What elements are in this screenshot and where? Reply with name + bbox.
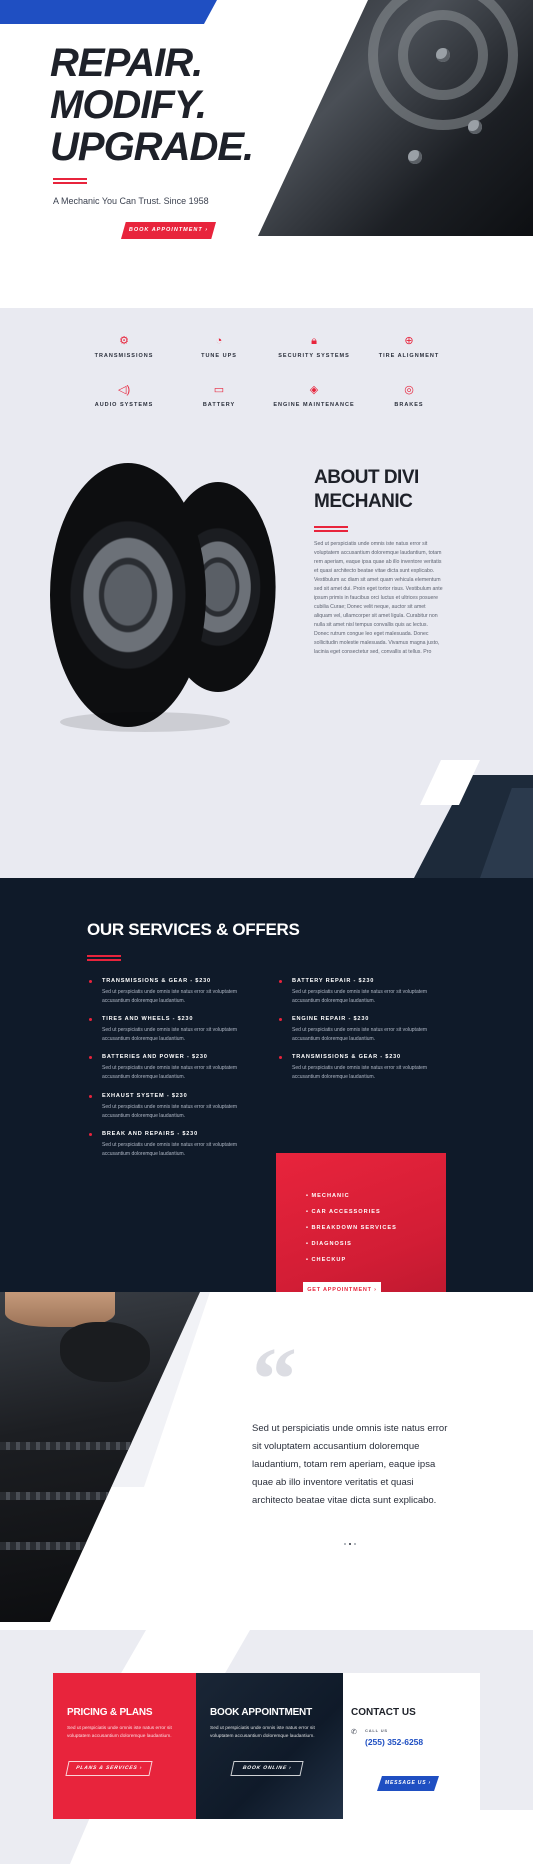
bullet-icon [89, 1133, 92, 1136]
card-list-item: BREAKDOWN SERVICES [306, 1225, 397, 1231]
speaker-icon: ◁) [118, 384, 131, 396]
offer-item: BREAK AND REPAIRS - $230 Sed ut perspicia… [89, 1131, 262, 1159]
transmission-icon: ⚙ [119, 335, 129, 347]
hero-title-line-1: REPAIR. [50, 41, 203, 85]
slider-dot[interactable] [354, 1542, 356, 1545]
lock-icon: 🔒︎ [311, 335, 317, 347]
tire-shadow [60, 712, 230, 732]
bullet-icon [279, 980, 282, 983]
card-list-item: CHECKUP [306, 1257, 346, 1263]
call-label: CALL US [365, 1728, 388, 1733]
offers-red-divider [87, 955, 121, 961]
hero-section: REPAIR. MODIFY. UPGRADE. A Mechanic You … [0, 0, 533, 308]
card-list-item: MECHANIC [306, 1193, 350, 1199]
pricing-card: PRICING & PLANS Sed ut perspiciatis unde… [53, 1673, 196, 1819]
hero-title-line-2: MODIFY. [50, 83, 207, 127]
slider-dots [344, 1535, 364, 1545]
service-engine-maintenance[interactable]: ◈ ENGINE MAINTENANCE [259, 384, 369, 408]
engine-icon: ◈ [309, 384, 319, 396]
contact-title: CONTACT US [351, 1707, 416, 1718]
about-body: Sed ut perspiciatis unde omnis iste natu… [314, 541, 443, 655]
offer-item: TRANSMISSIONS & GEAR - $230 Sed ut perspi… [279, 1054, 452, 1082]
service-security-systems[interactable]: 🔒︎ SECURITY SYSTEMS [259, 335, 369, 359]
hero-title-line-3: UPGRADE. [50, 125, 254, 169]
hero-top-accent-bar [0, 0, 217, 24]
phone-number[interactable]: (255) 352-6258 [365, 1737, 423, 1747]
bullet-icon [279, 1056, 282, 1059]
tire-image-front [50, 463, 206, 727]
pricing-desc: Sed ut perspiciatis unde omnis iste natu… [67, 1726, 172, 1739]
bullet-icon [89, 1095, 92, 1098]
service-transmissions[interactable]: ⚙ TRANSMISSIONS [69, 335, 179, 359]
slider-dot[interactable] [344, 1542, 346, 1545]
service-audio-systems[interactable]: ◁) AUDIO SYSTEMS [69, 384, 179, 408]
bullet-icon [89, 980, 92, 983]
card-list-item: CAR ACCESSORIES [306, 1209, 381, 1215]
message-us-button[interactable]: MESSAGE US › [377, 1776, 439, 1791]
offer-item: EXHAUST SYSTEM - $230 Sed ut perspiciatis… [89, 1093, 262, 1121]
pricing-title: PRICING & PLANS [67, 1707, 153, 1718]
hero-engine-image [258, 0, 533, 236]
steering-wheel-icon: ⊕ [404, 335, 414, 347]
offer-item: TIRES AND WHEELS - $230 Sed ut perspiciat… [89, 1016, 262, 1044]
testimonial-quote: Sed ut perspiciatis unde omnis iste natu… [252, 1423, 448, 1506]
booking-card: BOOK APPOINTMENT Sed ut perspiciatis und… [196, 1673, 343, 1819]
phone-icon: ✆ [351, 1729, 357, 1736]
service-tire-alignment[interactable]: ⊕ TIRE ALIGNMENT [354, 335, 464, 359]
book-appointment-button[interactable]: BOOK APPOINTMENT › [121, 222, 216, 239]
service-battery[interactable]: ▭ BATTERY [164, 384, 274, 408]
plans-services-button[interactable]: PLANS & SERVICES › [65, 1761, 153, 1776]
booking-title: BOOK APPOINTMENT [210, 1707, 312, 1718]
offer-item: ENGINE REPAIR - $230 Sed ut perspiciatis … [279, 1016, 452, 1044]
bullet-icon [89, 1018, 92, 1021]
battery-icon: ▭ [213, 384, 225, 396]
offer-item: BATTERY REPAIR - $230 Sed ut perspiciatis… [279, 978, 452, 1006]
book-online-button[interactable]: BOOK ONLINE › [230, 1761, 304, 1776]
bullet-icon [279, 1018, 282, 1021]
brake-icon: ◎ [404, 384, 414, 396]
about-red-divider [314, 526, 348, 532]
hero-tagline: A Mechanic You Can Trust. Since 1958 [53, 196, 209, 206]
booking-desc: Sed ut perspiciatis unde omnis iste natu… [210, 1726, 315, 1739]
hero-title: REPAIR. MODIFY. UPGRADE. [50, 41, 254, 169]
offer-item: BATTERIES AND POWER - $230 Sed ut perspic… [89, 1054, 262, 1082]
service-brakes[interactable]: ◎ BRAKES [354, 384, 464, 408]
bolt-shape [436, 48, 450, 62]
quote-icon: “ [252, 1330, 297, 1429]
bullet-icon [89, 1056, 92, 1059]
gauge-icon: ◔ [215, 335, 223, 347]
service-tune-ups[interactable]: ◔ TUNE UPS [164, 335, 274, 359]
card-list-item: DIAGNOSIS [306, 1241, 352, 1247]
about-title: ABOUT DIVI MECHANIC [314, 467, 419, 512]
offers-section [0, 878, 533, 1292]
glove-shape [60, 1322, 150, 1382]
offer-item: TRANSMISSIONS & GEAR - $230 Sed ut perspi… [89, 978, 262, 1006]
offers-title: OUR SERVICES & OFFERS [87, 920, 300, 939]
bolt-shape [408, 150, 422, 164]
bolt-shape [468, 120, 482, 134]
contact-card: CONTACT US ✆ CALL US (255) 352-6258 MESS… [343, 1673, 480, 1819]
slider-dot-active[interactable] [349, 1542, 351, 1545]
hero-red-divider [53, 178, 87, 184]
